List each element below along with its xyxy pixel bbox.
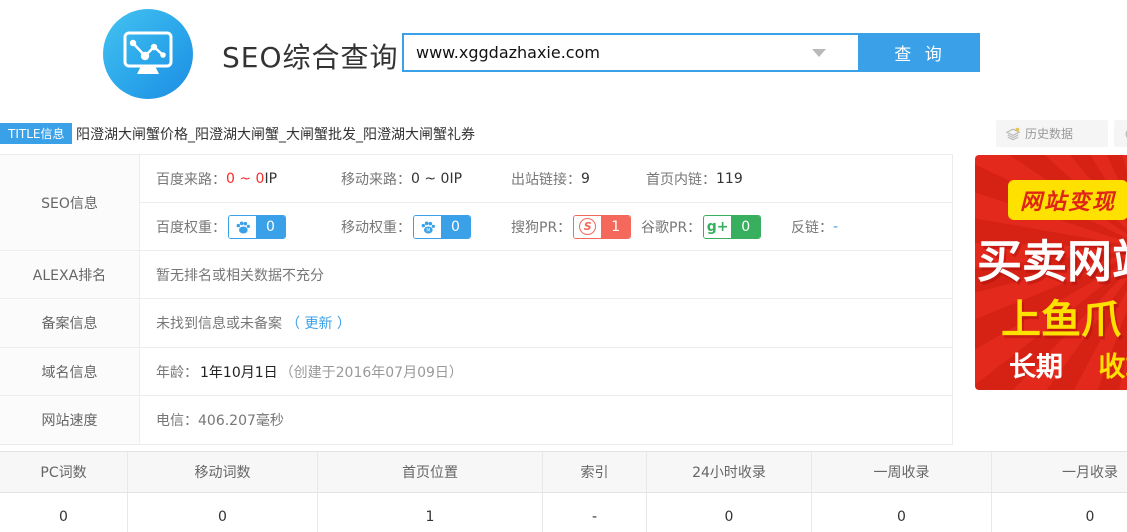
speed-text: 电信：406.207毫秒 (156, 410, 284, 430)
stats-value-cell: 0 (0, 493, 128, 532)
app-logo (103, 9, 193, 99)
stats-value-cell: 0 (812, 493, 992, 532)
baidu-traffic: 百度来路： 0 ~ 0 IP (156, 169, 341, 189)
sogou-s-icon: S (579, 218, 596, 235)
stats-header-cell: 首页位置 (318, 452, 543, 492)
beian-text: 未找到信息或未备案 (156, 313, 282, 333)
row-label-seo: SEO信息 (0, 155, 140, 250)
google-pr-badge[interactable]: g+ 0 (703, 215, 761, 239)
mobile-weight-badge[interactable]: M 0 (413, 215, 471, 239)
row-label-speed: 网站速度 (0, 396, 140, 444)
page-title: SEO综合查询 (222, 36, 399, 76)
stats-value-cell: 0 (128, 493, 318, 532)
query-button[interactable]: 查 询 (860, 33, 980, 72)
row-label-beian: 备案信息 (0, 299, 140, 347)
beian-update-link[interactable]: （ 更新 ） (286, 313, 351, 333)
domain-row: 域名信息 年龄： 1年10月1日 （创建于2016年07月09日） (0, 348, 952, 396)
ad-subline: 上鱼爪 (1001, 287, 1121, 345)
chevron-down-icon[interactable] (812, 49, 826, 57)
domain-age-label: 年龄： (156, 362, 198, 382)
baidu-weight-badge[interactable]: 0 (228, 215, 286, 239)
stats-value-row: 0 0 1 - 0 0 0 (0, 493, 1127, 532)
stats-value-cell: - (543, 493, 647, 532)
ad-foot-left: 长期 (1009, 352, 1063, 383)
stats-header-cell: 一周收录 (812, 452, 992, 492)
stats-value-cell: 1 (318, 493, 543, 532)
history-data-label: 历史数据 (1025, 125, 1073, 142)
google-plus-icon: g+ (707, 219, 729, 235)
svg-text:M: M (426, 227, 430, 233)
stats-header-cell: 移动词数 (128, 452, 318, 492)
beian-row: 备案信息 未找到信息或未备案 （ 更新 ） (0, 299, 952, 348)
layers-icon (1006, 127, 1020, 141)
google-pr: 谷歌PR： g+ 0 (641, 215, 791, 239)
domain-created-note: （创建于2016年07月09日） (280, 362, 463, 382)
keyword-stats-table: PC词数 移动词数 首页位置 索引 24小时收录 一周收录 一月收录 0 0 1… (0, 451, 1127, 532)
row-label-domain: 域名信息 (0, 348, 140, 395)
row-label-alexa: ALEXA排名 (0, 251, 140, 298)
homepage-inner-links: 首页内链： 119 (646, 169, 743, 189)
ad-banner[interactable]: 网站变现 买卖网站 上鱼爪 长期 收站 (975, 155, 1127, 390)
sogou-pr: 搜狗PR： S 1 (511, 215, 641, 239)
mobile-traffic: 移动来路： 0 ~ 0 IP (341, 169, 511, 189)
stats-header-row: PC词数 移动词数 首页位置 索引 24小时收录 一周收录 一月收录 (0, 451, 1127, 493)
site-title-text: 阳澄湖大闸蟹价格_阳澄湖大闸蟹_大闸蟹批发_阳澄湖大闸蟹礼券 (76, 124, 475, 144)
ad-foot-right: 收站 (1098, 352, 1127, 383)
seo-info-table: SEO信息 百度来路： 0 ~ 0 IP 移动来路： 0 ~ 0 IP 出站链接… (0, 154, 953, 445)
more-button[interactable]: 更 (1114, 120, 1127, 147)
backlinks: 反链： - (791, 217, 838, 237)
outbound-links: 出站链接： 9 (511, 169, 646, 189)
stats-header-cell: 一月收录 (992, 452, 1127, 492)
baidu-paw-m-icon: M (414, 216, 441, 238)
stats-header-cell: 24小时收录 (647, 452, 812, 492)
domain-age-value: 1年10月1日 (200, 362, 278, 382)
speed-row: 网站速度 电信：406.207毫秒 (0, 396, 952, 445)
ad-bubble: 网站变现 (1008, 180, 1127, 220)
monitor-chart-icon (117, 23, 179, 85)
stats-value-cell: 0 (647, 493, 812, 532)
alexa-row: ALEXA排名 暂无排名或相关数据不充分 (0, 251, 952, 299)
ad-headline: 买卖网站 (977, 225, 1127, 290)
stats-header-cell: PC词数 (0, 452, 128, 492)
alexa-text: 暂无排名或相关数据不充分 (156, 265, 324, 285)
mobile-weight: 移动权重： M 0 (341, 215, 511, 239)
sogou-pr-badge[interactable]: S 1 (573, 215, 631, 239)
seo-query-page: SEO综合查询 查 询 TITLE信息 阳澄湖大闸蟹价格_阳澄湖大闸蟹_大闸蟹批… (0, 0, 1127, 532)
stats-header-cell: 索引 (543, 452, 647, 492)
history-data-button[interactable]: 历史数据 (996, 120, 1108, 147)
url-search-input[interactable] (402, 33, 860, 72)
baidu-paw-icon (229, 216, 256, 238)
title-info-badge: TITLE信息 (0, 123, 72, 144)
seo-info-row: SEO信息 百度来路： 0 ~ 0 IP 移动来路： 0 ~ 0 IP 出站链接… (0, 155, 952, 251)
ad-footline: 长期 收站 (1009, 345, 1127, 384)
stats-value-cell: 0 (992, 493, 1127, 532)
baidu-weight: 百度权重： 0 (156, 215, 341, 239)
